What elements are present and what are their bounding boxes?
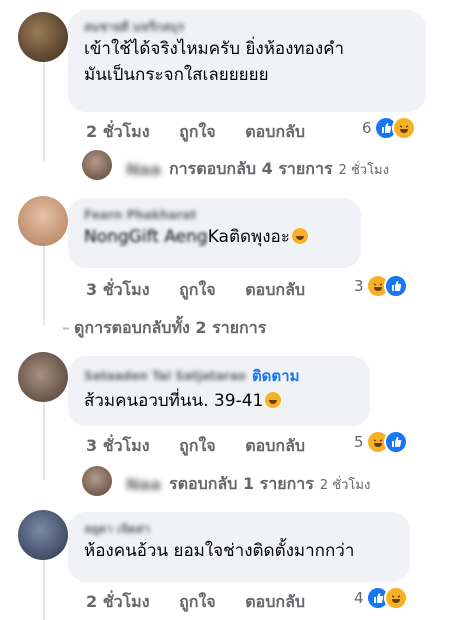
like-button[interactable]: ถูกใจ: [179, 122, 216, 141]
view-all-replies-label: ดูการตอบกลับทั้ง 2 รายการ: [74, 318, 267, 337]
reply-time: 2 ชั่วโมง: [338, 163, 389, 178]
comment-actions: 2 ชั่วโมง ถูกใจ ตอบกลับ: [86, 120, 329, 145]
follow-button[interactable]: ติดตาม: [252, 364, 300, 388]
avatar[interactable]: [18, 196, 68, 246]
haha-icon: [391, 116, 416, 140]
avatar[interactable]: [18, 510, 68, 560]
comment-text-visible: ส้วมคนอวบที่นน. 39-41: [84, 391, 264, 411]
reaction-summary[interactable]: 3: [354, 274, 408, 298]
thread-line: [43, 62, 45, 162]
view-replies-link[interactable]: Naa รตอบกลับ 1 รายการ 2 ชั่วโมง: [118, 472, 370, 497]
comment-actions: 2 ชั่วโมง ถูกใจ ตอบกลับ: [86, 590, 329, 615]
reply-time: 2 ชั่วโมง: [319, 478, 371, 493]
reaction-count: 6: [362, 119, 372, 137]
comment-actions: 3 ชั่วโมง ถูกใจ ตอบกลับ: [86, 434, 329, 459]
view-replies-link[interactable]: Naa การตอบกลับ 4 รายการ 2 ชั่วโมง: [118, 157, 389, 182]
reply-button[interactable]: ตอบกลับ: [245, 122, 305, 141]
reply-button[interactable]: ตอบกลับ: [245, 280, 305, 299]
comment-bubble: ลยุดา เจิดสา ห้องคนอ้วน ยอมใจช่างติดตั้ง…: [68, 512, 410, 582]
reaction-summary[interactable]: 6: [362, 116, 416, 140]
comment-actions: 3 ชั่วโมง ถูกใจ ตอบกลับ: [86, 278, 329, 303]
comment-time[interactable]: 3 ชั่วโมง: [86, 280, 150, 299]
reply-author: Naa: [126, 475, 161, 494]
reaction-summary[interactable]: 4: [354, 586, 408, 610]
like-button[interactable]: ถูกใจ: [179, 280, 216, 299]
comment-time[interactable]: 2 ชั่วโมง: [86, 592, 150, 611]
comment-bubble: Fearn Phakharat NongGift AengKaติดพุงอะ: [68, 198, 361, 268]
comment-author[interactable]: Sataaden Tai Satjatarao: [84, 367, 246, 385]
comment-text: ห้องคนอ้วน ยอมใจช่างติดตั้งมากกว่า: [84, 541, 355, 561]
comment-time[interactable]: 3 ชั่วโมง: [86, 436, 150, 455]
like-icon: [383, 274, 408, 298]
comment-text: NongGift AengKaติดพุงอะ: [84, 224, 347, 250]
comment-text: เข้าใช้ได้จริงไหมครับ ยิ่งห้องทองคำ: [84, 39, 345, 59]
comment-bubble: สมชายดี มหรืกสมุร เข้าใช้ได้จริงไหมครับ …: [68, 10, 426, 112]
avatar[interactable]: [18, 352, 68, 402]
comment-author[interactable]: สมชายดี มหรืกสมุร: [84, 18, 412, 36]
reaction-summary[interactable]: 5: [354, 430, 408, 454]
reaction-count: 3: [354, 277, 364, 295]
reaction-count: 5: [354, 433, 364, 451]
like-button[interactable]: ถูกใจ: [179, 436, 216, 455]
thread-line: [43, 560, 45, 620]
comment-text: ส้วมคนอวบที่นน. 39-41: [84, 388, 356, 414]
haha-icon: [383, 586, 408, 610]
thread-line: [43, 240, 45, 325]
laughing-emoji-icon: [265, 392, 282, 408]
like-button[interactable]: ถูกใจ: [179, 592, 216, 611]
reply-indent-line: –: [62, 318, 70, 337]
comment-bubble: Sataaden Tai Satjatarao ติดตาม ส้วมคนอวบ…: [68, 356, 370, 426]
reply-button[interactable]: ตอบกลับ: [245, 436, 305, 455]
view-all-replies-link[interactable]: – ดูการตอบกลับทั้ง 2 รายการ: [62, 316, 266, 341]
comment-author[interactable]: Fearn Phakharat: [84, 206, 347, 224]
reaction-count: 4: [354, 589, 364, 607]
comment-text: มันเป็นกระจกใสเลยยยยย: [84, 65, 269, 85]
reply-count-label: รตอบกลับ 1 รายการ: [168, 474, 314, 493]
like-icon: [383, 430, 408, 454]
reply-author: Naa: [126, 160, 161, 179]
laughing-emoji-icon: [291, 228, 308, 244]
avatar[interactable]: [82, 150, 112, 180]
reply-count-label: การตอบกลับ 4 รายการ: [168, 159, 333, 178]
tagged-name[interactable]: NongGift Aeng: [84, 224, 208, 250]
thread-line: [43, 400, 45, 480]
comment-text-visible: Kaติดพุงอะ: [207, 227, 290, 247]
comment-author[interactable]: ลยุดา เจิดสา: [84, 520, 396, 538]
avatar[interactable]: [82, 466, 112, 496]
reply-button[interactable]: ตอบกลับ: [245, 592, 305, 611]
avatar[interactable]: [18, 12, 68, 62]
comment-time[interactable]: 2 ชั่วโมง: [86, 122, 150, 141]
